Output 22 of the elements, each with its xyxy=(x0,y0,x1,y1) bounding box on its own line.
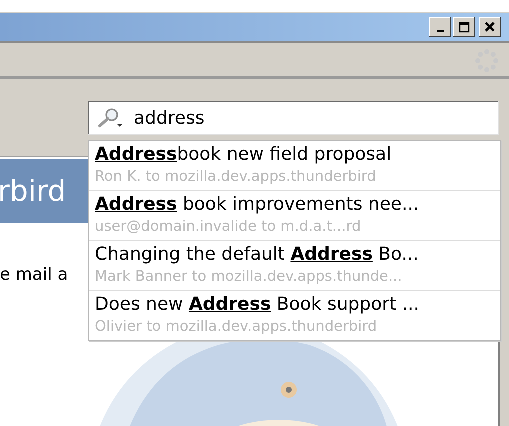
search-icon xyxy=(97,107,125,129)
maximize-button[interactable] xyxy=(453,17,475,37)
search-result[interactable]: Address book improvements nee... user@domain.invalide to m.d.a.t...rd xyxy=(89,191,500,241)
search-result[interactable]: Does new Address Book support ... Olivier to mozilla.dev.apps.thunderbird xyxy=(89,291,500,340)
result-sender: Mark Banner to mozilla.dev.apps.thunde... xyxy=(95,268,404,287)
banner-title: rbird xyxy=(0,174,66,208)
result-subject: Address book improvements nee... xyxy=(95,193,420,217)
minimize-button[interactable] xyxy=(429,17,451,37)
welcome-text: e mail a xyxy=(0,265,68,285)
result-subject: Addressbook new field proposal xyxy=(95,143,393,167)
minimize-icon xyxy=(436,30,444,32)
result-sender: user@domain.invalide to m.d.a.t...rd xyxy=(95,218,362,237)
close-icon xyxy=(485,22,495,32)
close-button[interactable] xyxy=(479,17,501,37)
search-field[interactable]: address xyxy=(88,101,499,135)
search-result[interactable]: Changing the default Address Bo... Mark Banner to mozilla.dev.apps.thunde... xyxy=(89,241,500,291)
maximize-icon xyxy=(458,22,470,32)
result-sender: Olivier to mozilla.dev.apps.thunderbird xyxy=(95,318,378,337)
result-subject: Does new Address Book support ... xyxy=(95,293,420,317)
result-sender: Ron K. to mozilla.dev.apps.thunderbird xyxy=(95,168,378,187)
result-subject: Changing the default Address Bo... xyxy=(95,243,420,267)
search-result[interactable]: Addressbook new field proposal Ron K. to mozilla.dev.apps.thunderbird xyxy=(89,141,500,191)
